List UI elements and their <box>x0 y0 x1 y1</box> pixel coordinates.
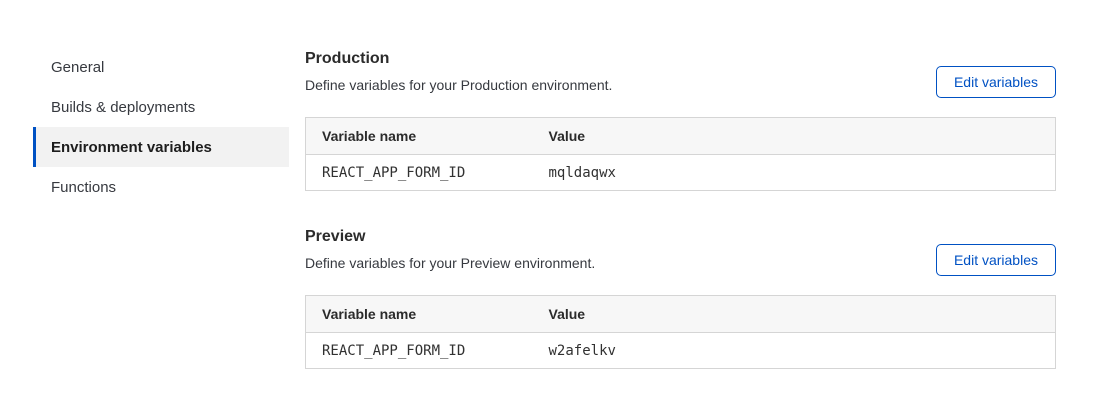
section-title: Preview <box>305 227 595 246</box>
sidebar-item-label: Environment variables <box>51 139 212 156</box>
column-header-value: Value <box>533 296 1056 333</box>
edit-variables-button[interactable]: Edit variables <box>936 244 1056 276</box>
preview-section-header: Preview Define variables for your Previe… <box>305 227 1056 272</box>
header-row: Variable name Value <box>306 118 1056 155</box>
variable-value-cell: mqldaqwx <box>533 155 1056 191</box>
variables-table-head: Variable name Value <box>306 296 1056 333</box>
table-row: REACT_APP_FORM_ID w2afelkv <box>306 333 1056 369</box>
variables-table: Variable name Value REACT_APP_FORM_ID w2… <box>305 295 1056 369</box>
preview-section: Preview Define variables for your Previe… <box>305 227 1056 369</box>
sidebar-item-environment-variables[interactable]: Environment variables <box>33 127 289 167</box>
section-description: Define variables for your Production env… <box>305 77 612 94</box>
production-section-header: Production Define variables for your Pro… <box>305 49 1056 94</box>
variables-table-body: REACT_APP_FORM_ID mqldaqwx <box>306 155 1056 191</box>
variables-table: Variable name Value REACT_APP_FORM_ID mq… <box>305 117 1056 191</box>
column-header-variable-name: Variable name <box>306 296 533 333</box>
preview-heading-group: Preview Define variables for your Previe… <box>305 227 595 272</box>
sidebar-item-general[interactable]: General <box>33 47 289 87</box>
section-description: Define variables for your Preview enviro… <box>305 255 595 272</box>
sidebar-item-builds-deployments[interactable]: Builds & deployments <box>33 87 289 127</box>
column-header-variable-name: Variable name <box>306 118 533 155</box>
sidebar-item-label: Builds & deployments <box>51 99 195 116</box>
edit-variables-button[interactable]: Edit variables <box>936 66 1056 98</box>
variable-name-cell: REACT_APP_FORM_ID <box>306 333 533 369</box>
production-section: Production Define variables for your Pro… <box>305 49 1056 191</box>
header-row: Variable name Value <box>306 296 1056 333</box>
sidebar-item-label: Functions <box>51 179 116 196</box>
section-title: Production <box>305 49 612 68</box>
variable-value-cell: w2afelkv <box>533 333 1056 369</box>
production-heading-group: Production Define variables for your Pro… <box>305 49 612 94</box>
settings-page: General Builds & deployments Environment… <box>0 0 1100 369</box>
environment-variables-panel: Production Define variables for your Pro… <box>305 49 1056 369</box>
sidebar-item-label: General <box>51 59 104 76</box>
table-row: REACT_APP_FORM_ID mqldaqwx <box>306 155 1056 191</box>
column-header-value: Value <box>533 118 1056 155</box>
settings-sidebar: General Builds & deployments Environment… <box>33 47 289 207</box>
variables-table-body: REACT_APP_FORM_ID w2afelkv <box>306 333 1056 369</box>
sidebar-item-functions[interactable]: Functions <box>33 167 289 207</box>
variables-table-head: Variable name Value <box>306 118 1056 155</box>
variable-name-cell: REACT_APP_FORM_ID <box>306 155 533 191</box>
